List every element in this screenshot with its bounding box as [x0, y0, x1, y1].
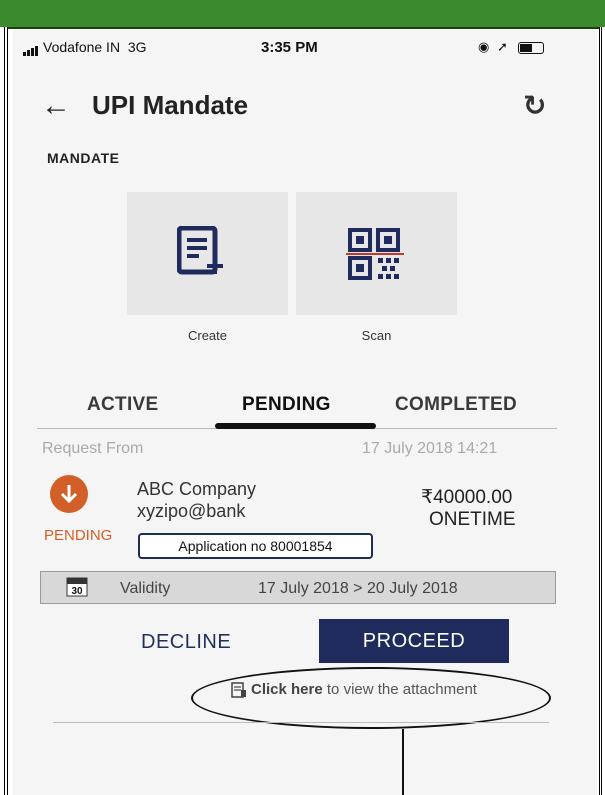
- payee-name: ABC Company: [137, 479, 257, 499]
- calendar-icon: 30: [66, 577, 88, 597]
- mandate-tabs: ACTIVE PENDING COMPLETED: [37, 394, 557, 434]
- validity-range: 17 July 2018 > 20 July 2018: [258, 580, 458, 597]
- tab-pending[interactable]: PENDING: [242, 394, 331, 416]
- mandate-frequency: ONETIME: [429, 509, 516, 530]
- status-icons: ◉ ➚: [478, 39, 544, 55]
- mandate-amount: ₹40000.00: [421, 487, 513, 508]
- carrier-info: Vodafone IN 3G: [23, 39, 147, 57]
- arrow-down-icon: [60, 485, 78, 504]
- annotation-ellipse: [191, 667, 551, 729]
- battery-icon: [517, 41, 544, 54]
- app-bar: ← UPI Mandate ↻: [13, 87, 597, 127]
- pending-status-icon: [50, 475, 88, 513]
- top-band: [0, 0, 605, 29]
- location-icon: ➚: [496, 39, 508, 54]
- proceed-button[interactable]: PROCEED: [319, 619, 509, 663]
- decline-button[interactable]: DECLINE: [135, 630, 237, 655]
- network-type: 3G: [127, 39, 147, 55]
- signal-icon: [23, 40, 39, 57]
- create-label: Create: [187, 328, 228, 343]
- selected-tab-indicator: [215, 423, 376, 429]
- request-date: 17 July 2018 14:21: [362, 440, 498, 457]
- phone-screen: Vodafone IN 3G 3:35 PM ◉ ➚ ← UPI Mandate…: [13, 29, 597, 795]
- create-mandate-tile[interactable]: [127, 192, 288, 315]
- refresh-icon[interactable]: ↻: [523, 89, 546, 122]
- right-border: [599, 27, 605, 795]
- tab-active[interactable]: ACTIVE: [87, 394, 158, 416]
- tab-completed[interactable]: COMPLETED: [395, 394, 517, 416]
- qr-scan-icon: [346, 228, 404, 280]
- application-number: Application no 80001854: [138, 533, 373, 559]
- validity-bar: 30 Validity 17 July 2018 > 20 July 2018: [40, 571, 556, 604]
- validity-label: Validity: [120, 580, 171, 597]
- request-from-label: Request From: [42, 440, 144, 457]
- bottom-divider: [53, 722, 549, 723]
- create-document-icon: [177, 226, 223, 275]
- scan-label: Scan: [361, 328, 392, 343]
- carrier-name: Vodafone IN: [43, 39, 121, 55]
- status-text: PENDING: [44, 527, 113, 544]
- scan-mandate-tile[interactable]: [296, 192, 457, 315]
- orientation-lock-icon: ◉: [478, 39, 490, 54]
- section-label-mandate: MANDATE: [47, 150, 120, 166]
- annotation-line: [402, 729, 404, 795]
- calendar-day: 30: [71, 586, 83, 597]
- page-title: UPI Mandate: [92, 90, 249, 120]
- left-border: [0, 27, 8, 795]
- status-time: 3:35 PM: [261, 39, 318, 56]
- payee-vpa: xyzipo@bank: [137, 501, 246, 521]
- back-arrow-icon[interactable]: ←: [41, 91, 71, 121]
- status-bar: Vodafone IN 3G 3:35 PM ◉ ➚: [13, 39, 597, 59]
